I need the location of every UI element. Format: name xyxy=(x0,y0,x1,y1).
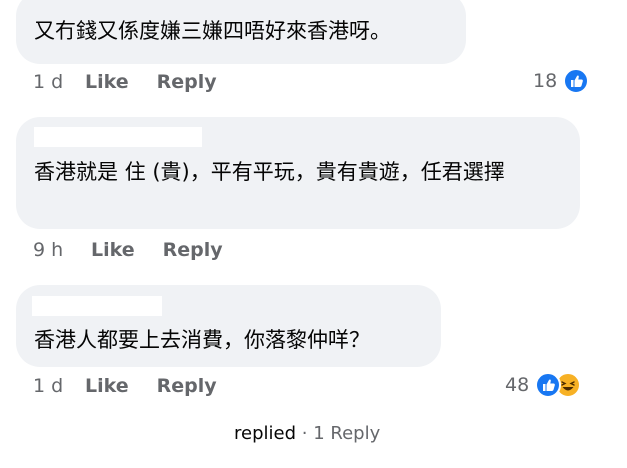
reply-button[interactable]: Reply xyxy=(163,239,223,261)
like-icon xyxy=(535,372,562,398)
comment-text: 香港就是 住 (貴)，平有平玩，貴有貴遊，任君選擇 xyxy=(34,160,505,184)
reaction-count: 48 xyxy=(505,374,530,396)
like-button[interactable]: Like xyxy=(85,71,129,93)
comment-actions: 1 d Like Reply xyxy=(33,68,245,96)
comment-text: 香港人都要上去消費，你落黎仲咩？ xyxy=(34,328,370,352)
author-name[interactable] xyxy=(34,127,202,147)
comment-bubble: 又冇錢又係度嫌三嫌四唔好來香港呀。 xyxy=(16,0,466,64)
comment-timestamp[interactable]: 1 d xyxy=(33,71,85,93)
comment-bubble: 香港人都要上去消費，你落黎仲咩？ xyxy=(16,285,441,367)
author-name[interactable] xyxy=(32,296,162,316)
view-replies-link[interactable]: replied · 1 Reply xyxy=(234,423,380,444)
reaction-summary[interactable]: 18 xyxy=(533,67,590,95)
replies-count: 1 Reply xyxy=(313,423,381,444)
like-button[interactable]: Like xyxy=(91,239,135,261)
replies-separator: · xyxy=(301,423,308,444)
comment-actions: 9 h Like Reply xyxy=(33,236,251,264)
comment-text: 又冇錢又係度嫌三嫌四唔好來香港呀。 xyxy=(34,19,391,43)
replies-prefix: replied xyxy=(234,423,297,444)
reaction-count: 18 xyxy=(533,70,558,92)
reply-button[interactable]: Reply xyxy=(157,375,217,397)
comment-actions: 1 d Like Reply xyxy=(33,372,245,400)
like-icon xyxy=(563,68,590,94)
comment-bubble: 香港就是 住 (貴)，平有平玩，貴有貴遊，任君選擇 xyxy=(16,117,580,229)
like-button[interactable]: Like xyxy=(85,375,129,397)
reaction-summary[interactable]: 48 xyxy=(505,371,582,399)
reply-button[interactable]: Reply xyxy=(157,71,217,93)
comment-timestamp[interactable]: 9 h xyxy=(33,239,91,261)
comment-timestamp[interactable]: 1 d xyxy=(33,375,85,397)
